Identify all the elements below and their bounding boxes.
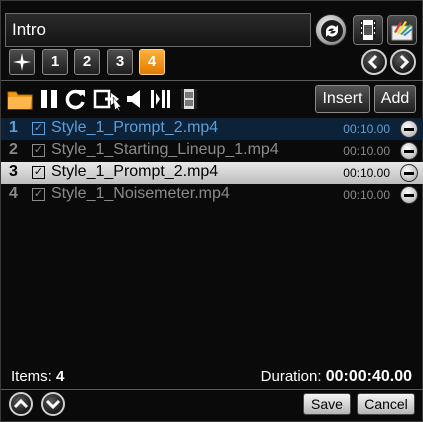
duration-value: 00:00:40.00 <box>325 368 412 385</box>
move-down-button[interactable] <box>41 392 65 416</box>
split-button[interactable] <box>149 87 173 111</box>
video-clip-icon <box>360 20 376 40</box>
playlist-row[interactable]: 4 ✓ Style_1_Noisemeter.mp4 00:10.00 <box>1 184 423 206</box>
page-tab-1[interactable]: 1 <box>42 49 68 75</box>
row-filename: Style_1_Prompt_2.mp4 <box>51 119 219 136</box>
row-duration: 00:10.00 <box>343 144 390 158</box>
playlist-row[interactable]: 2 ✓ Style_1_Starting_Lineup_1.mp4 00:10.… <box>1 140 423 162</box>
next-clip-icon <box>93 89 122 112</box>
pause-icon <box>41 90 57 108</box>
row-duration: 00:10.00 <box>343 188 390 202</box>
items-value: 4 <box>56 368 65 385</box>
chevron-down-icon <box>45 399 61 410</box>
row-duration: 00:10.00 <box>343 166 390 180</box>
footer-divider <box>1 389 423 390</box>
sync-button[interactable] <box>315 14 347 46</box>
insert-button[interactable]: Insert <box>315 85 370 113</box>
items-count: Items: 4 <box>11 368 64 385</box>
page-tab-3[interactable]: 3 <box>107 49 133 75</box>
row-checkbox[interactable]: ✓ <box>32 122 45 135</box>
mute-icon <box>127 90 140 108</box>
sync-icon <box>321 20 343 42</box>
pause-button[interactable] <box>38 87 60 111</box>
favorites-button[interactable] <box>9 49 35 75</box>
video-clip-button[interactable] <box>353 15 383 45</box>
row-number: 4 <box>9 185 18 202</box>
move-up-button[interactable] <box>9 392 33 416</box>
chevron-up-icon <box>13 398 29 409</box>
prev-page-button[interactable] <box>361 49 387 75</box>
repeat-button[interactable] <box>64 87 88 111</box>
row-checkbox[interactable]: ✓ <box>32 144 45 157</box>
items-label: Items: <box>11 368 52 385</box>
palette-button[interactable] <box>387 15 417 45</box>
page-tab-4[interactable]: 4 <box>139 49 165 75</box>
row-number: 2 <box>9 141 18 158</box>
next-clip-button[interactable] <box>93 87 123 112</box>
film-button[interactable] <box>177 87 201 111</box>
cancel-button[interactable]: Cancel <box>357 393 415 415</box>
palette-icon <box>391 21 413 41</box>
open-folder-button[interactable] <box>6 87 34 111</box>
add-button[interactable]: Add <box>374 85 416 113</box>
playlist: 1 ✓ Style_1_Prompt_2.mp4 00:10.00 2 ✓ St… <box>1 118 423 206</box>
repeat-icon <box>65 89 85 110</box>
next-page-button[interactable] <box>390 49 416 75</box>
row-number: 1 <box>9 119 18 136</box>
header-divider <box>1 80 423 81</box>
row-checkbox[interactable]: ✓ <box>32 188 45 201</box>
chevron-right-icon <box>399 54 410 70</box>
folder-icon <box>7 91 33 110</box>
playlist-row[interactable]: 1 ✓ Style_1_Prompt_2.mp4 00:10.00 <box>1 118 423 140</box>
row-checkbox[interactable]: ✓ <box>32 166 45 179</box>
remove-row-button[interactable] <box>400 142 418 160</box>
remove-row-button[interactable] <box>400 120 418 138</box>
split-icon <box>151 90 170 108</box>
star-icon <box>13 53 31 71</box>
remove-row-button[interactable] <box>400 164 418 182</box>
row-filename: Style_1_Prompt_2.mp4 <box>51 163 219 180</box>
row-filename: Style_1_Starting_Lineup_1.mp4 <box>51 141 279 158</box>
row-number: 3 <box>9 163 18 180</box>
playlist-row[interactable]: 3 ✓ Style_1_Prompt_2.mp4 00:10.00 <box>1 162 423 184</box>
film-icon <box>181 89 197 109</box>
remove-row-button[interactable] <box>400 186 418 204</box>
chevron-left-icon <box>367 54 378 70</box>
playlist-title-input[interactable]: Intro <box>5 13 311 47</box>
page-tab-2[interactable]: 2 <box>74 49 100 75</box>
duration-label: Duration: <box>260 368 322 385</box>
row-filename: Style_1_Noisemeter.mp4 <box>51 185 230 202</box>
mute-button[interactable] <box>125 87 145 111</box>
save-button[interactable]: Save <box>303 393 351 415</box>
total-duration: Duration: 00:00:40.00 <box>261 368 412 386</box>
playlist-editor-window: Intro 1 2 3 4 Insert Add 1 ✓ Style_1_Pro… <box>0 0 423 422</box>
row-duration: 00:10.00 <box>343 122 390 136</box>
